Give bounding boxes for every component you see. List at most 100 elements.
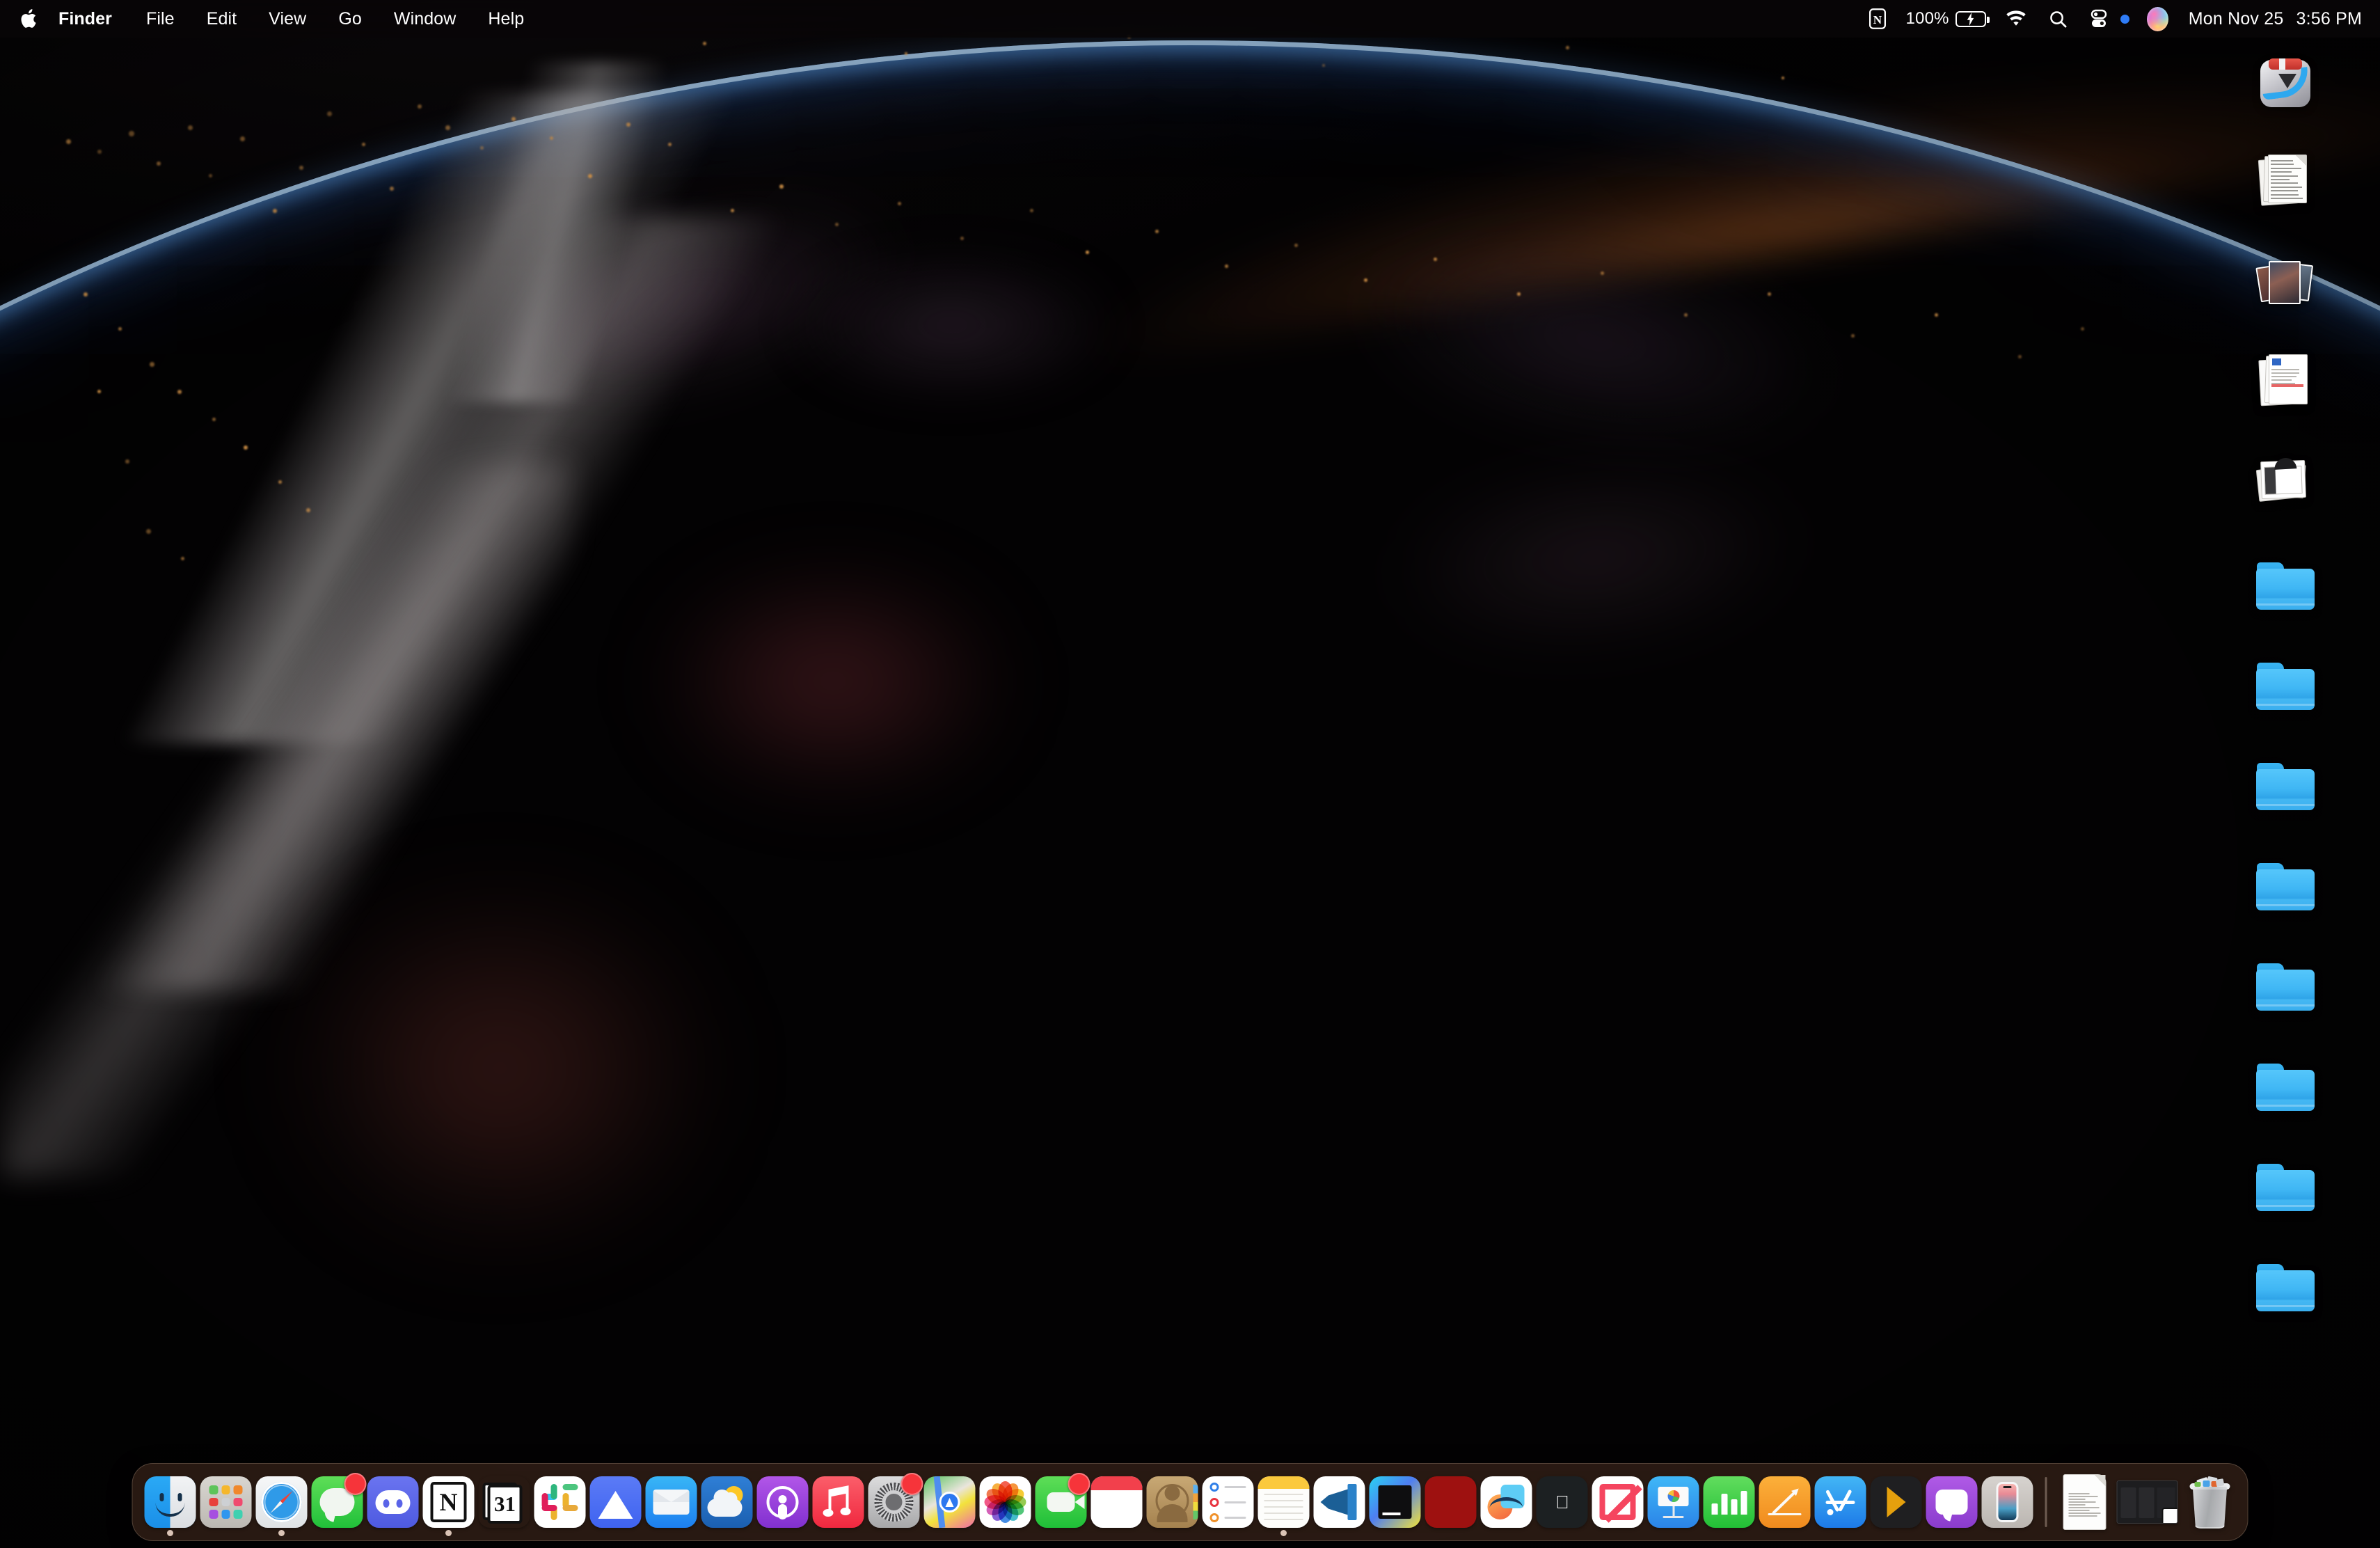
running-indicator-dot — [167, 1530, 173, 1536]
notification-badge — [344, 1473, 367, 1495]
apple-tv-icon:  — [1537, 1476, 1588, 1528]
desktop-icon-documents[interactable] — [2203, 143, 2367, 244]
desktop-icon-comp2155[interactable] — [2203, 845, 2367, 945]
dock-item-photos[interactable] — [978, 1466, 1033, 1538]
dock-item-visual-studio-code[interactable] — [1312, 1466, 1367, 1538]
menu-bar: Finder File Edit View Go Window Help N 1… — [0, 0, 2380, 38]
menu-item-file[interactable]: File — [130, 0, 191, 38]
notification-badge — [1068, 1473, 1090, 1495]
dock-item-notion-window[interactable] — [2113, 1466, 2182, 1538]
dock-item-iphone-mirroring[interactable] — [1980, 1466, 2036, 1538]
dock-item-discord[interactable] — [365, 1466, 421, 1538]
dock-item-webstorm[interactable] — [1367, 1466, 1423, 1538]
folder-icon — [2256, 1064, 2315, 1111]
dock-item-maps[interactable] — [922, 1466, 978, 1538]
desktop-icon-archive[interactable] — [2203, 1045, 2367, 1146]
notification-badge — [901, 1473, 923, 1495]
menu-bar-clock[interactable]: Mon Nov 25 3:56 PM — [2179, 9, 2362, 29]
dock-item-fantastical[interactable]: 31 — [477, 1466, 532, 1538]
dock-minimized-area — [2057, 1466, 2182, 1538]
calendar-month — [1091, 1476, 1143, 1490]
menu-item-view[interactable]: View — [253, 0, 322, 38]
menu-bar-status-items: N 100% Mon Nov 25 3:56 PM — [1857, 0, 2380, 38]
folder-icon — [2256, 1250, 2315, 1311]
notion-menu-icon[interactable]: N — [1857, 0, 1898, 38]
dock-item-plex[interactable] — [1869, 1466, 1924, 1538]
menu-item-go[interactable]: Go — [322, 0, 378, 38]
dock-item-notes[interactable] — [1256, 1466, 1312, 1538]
facetime-icon — [1036, 1476, 1087, 1528]
slack-icon — [534, 1476, 586, 1528]
dock-item-reminders[interactable] — [1200, 1466, 1256, 1538]
desktop-icon-linux-sysadmin[interactable] — [2203, 544, 2367, 645]
dock-item-pdf-document[interactable] — [2057, 1466, 2113, 1538]
control-center-icon[interactable] — [2079, 0, 2119, 38]
calendar-icon — [1091, 1476, 1143, 1528]
launchpad-icon — [200, 1476, 252, 1528]
dock-item-trash[interactable] — [2182, 1466, 2238, 1538]
menu-item-window[interactable]: Window — [378, 0, 473, 38]
dock-item-apple-tv[interactable]:  — [1534, 1466, 1590, 1538]
siri-icon-wrap[interactable] — [2136, 0, 2179, 38]
app-store-icon — [1815, 1476, 1866, 1528]
dock-item-nordvpn[interactable] — [588, 1466, 644, 1538]
desktop-wallpaper[interactable] — [0, 0, 2380, 1548]
menu-item-edit[interactable]: Edit — [191, 0, 253, 38]
folder-icon — [2256, 548, 2315, 610]
dock-item-calendar[interactable] — [1089, 1466, 1145, 1538]
desktop-icon-comp1250[interactable] — [2203, 945, 2367, 1045]
dock-item-keynote[interactable] — [1646, 1466, 1701, 1538]
folder-icon — [2256, 849, 2315, 910]
notion-app-badge — [2162, 1508, 2178, 1524]
desktop-icon-workplace[interactable] — [2203, 645, 2367, 745]
desktop-icon-images[interactable] — [2203, 244, 2367, 344]
system-settings-icon — [868, 1476, 920, 1528]
desktop-icon-bootcamp[interactable] — [2203, 1246, 2367, 1346]
dock-item-podcasts[interactable] — [755, 1466, 811, 1538]
notion-window-thumbnail — [2117, 1480, 2178, 1524]
dock-item-notion[interactable]: N — [421, 1466, 477, 1538]
dock-item-safari[interactable] — [254, 1466, 310, 1538]
dock-item-app-store[interactable] — [1813, 1466, 1869, 1538]
search-icon[interactable] — [2038, 0, 2079, 38]
desktop-icon-applications[interactable] — [2203, 43, 2367, 143]
dock-item-messages[interactable] — [310, 1466, 365, 1538]
wifi-icon[interactable] — [1994, 0, 2038, 38]
folder-icon — [2256, 663, 2315, 710]
dock-item-mail[interactable] — [644, 1466, 699, 1538]
desktop-icon-pdf-documents[interactable] — [2203, 344, 2367, 444]
maps-icon — [924, 1476, 976, 1528]
menu-item-finder[interactable]: Finder — [45, 0, 130, 38]
dock-item-pages[interactable] — [1757, 1466, 1813, 1538]
battery-charging-icon — [1955, 11, 1986, 27]
siri-icon — [2147, 7, 2168, 31]
dock-item-filezilla[interactable] — [1423, 1466, 1479, 1538]
desktop-icon-screenshots[interactable] — [2203, 444, 2367, 544]
dock-item-slack[interactable] — [532, 1466, 588, 1538]
dock-item-numbers[interactable] — [1701, 1466, 1757, 1538]
dock: N31  — [132, 1463, 2248, 1541]
dock-item-system-settings[interactable] — [866, 1466, 922, 1538]
dock-item-music[interactable] — [811, 1466, 866, 1538]
dock-item-launchpad[interactable] — [198, 1466, 254, 1538]
iphone-mirroring-icon — [1982, 1476, 2033, 1528]
dock-item-freeform[interactable] — [1479, 1466, 1534, 1538]
desktop-icon-vm-share[interactable] — [2203, 745, 2367, 845]
pdf-documents-stack-icon — [2260, 348, 2311, 409]
weather-icon — [701, 1476, 753, 1528]
dock-item-viber[interactable] — [1924, 1466, 1980, 1538]
dock-item-contacts[interactable] — [1145, 1466, 1200, 1538]
podcasts-icon — [757, 1476, 809, 1528]
folder-icon — [2256, 649, 2315, 710]
dock-item-news[interactable] — [1590, 1466, 1646, 1538]
desktop-icon-vbox[interactable] — [2203, 1146, 2367, 1246]
menu-item-help[interactable]: Help — [472, 0, 540, 38]
dock-item-facetime[interactable] — [1033, 1466, 1089, 1538]
dock-app-area: N31  — [143, 1466, 2036, 1538]
folder-icon — [2256, 963, 2315, 1011]
apple-menu-icon[interactable] — [15, 0, 45, 38]
photos-icon — [980, 1476, 1031, 1528]
battery-status[interactable]: 100% — [1898, 9, 1994, 29]
dock-item-weather[interactable] — [699, 1466, 755, 1538]
dock-item-finder[interactable] — [143, 1466, 198, 1538]
